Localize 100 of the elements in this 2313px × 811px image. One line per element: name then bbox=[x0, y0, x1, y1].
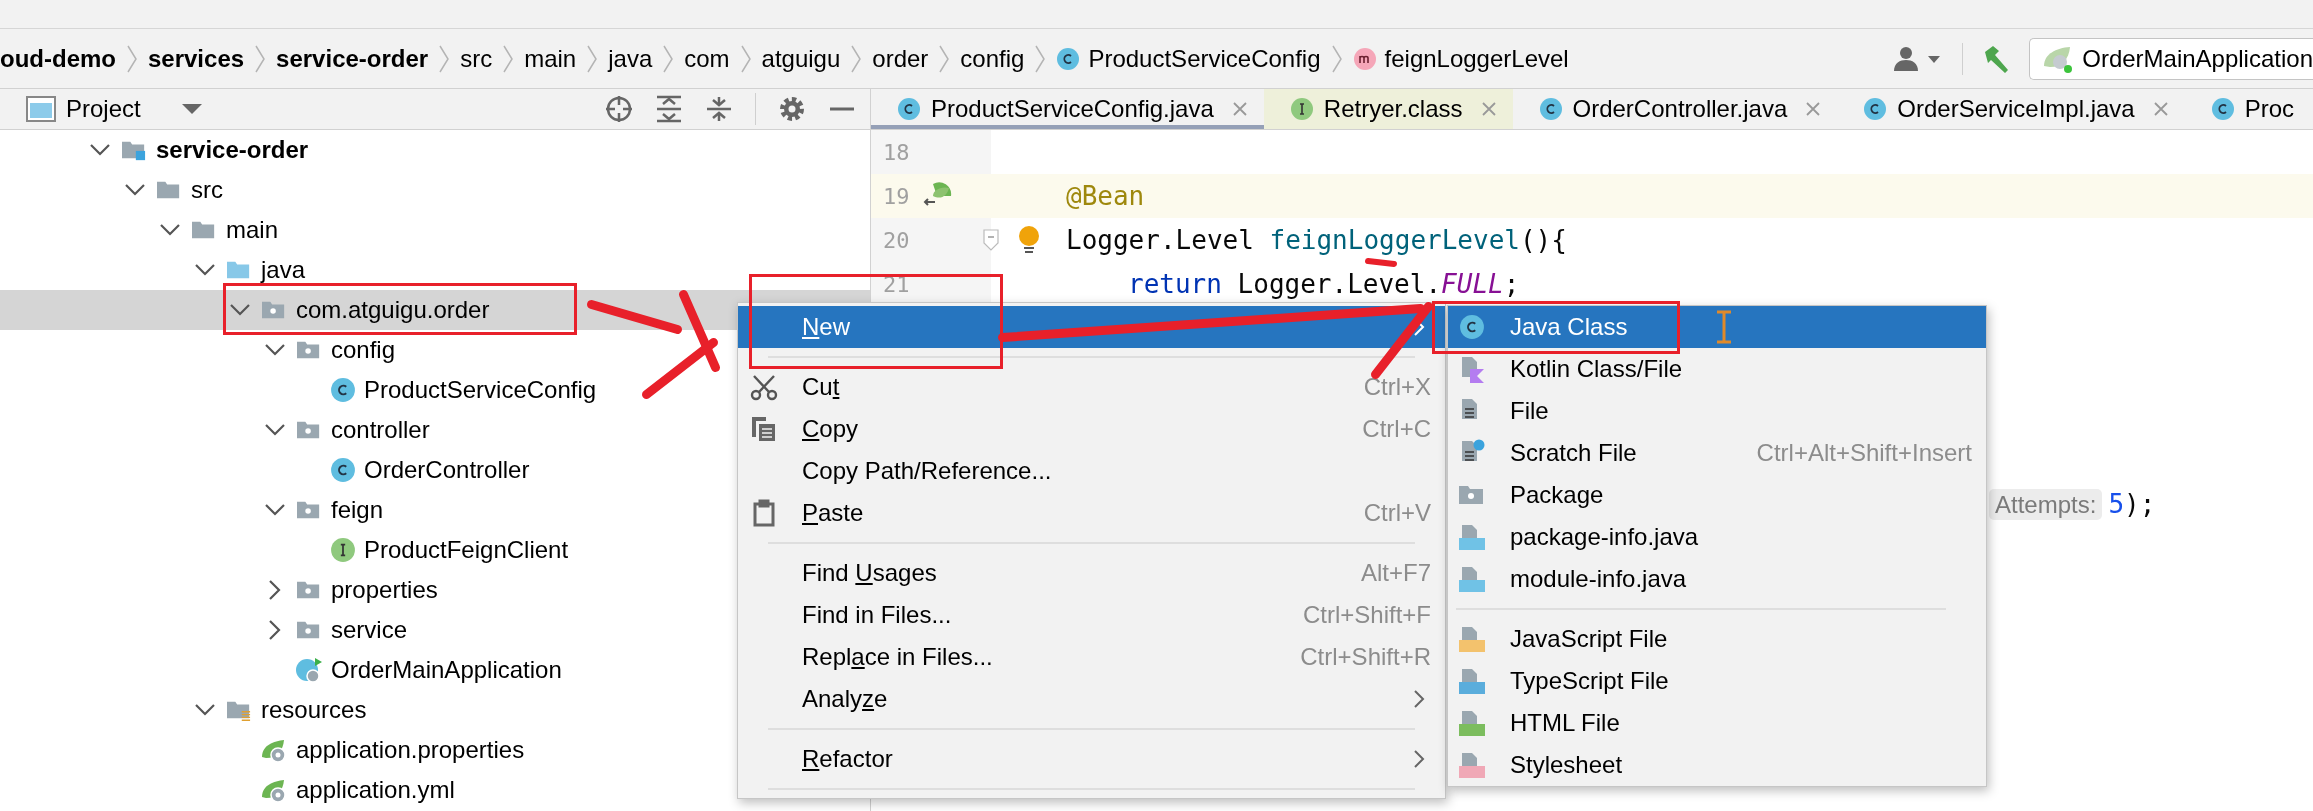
shortcut-text: Ctrl+X bbox=[1363, 373, 1431, 401]
code-line: return Logger.Level.FULL; bbox=[1128, 269, 1520, 299]
chevron-right-icon[interactable] bbox=[268, 619, 282, 641]
menu-item[interactable]: Java Class bbox=[1448, 306, 1986, 348]
code-line: @Bean bbox=[1066, 181, 1145, 211]
breadcrumb-item[interactable]: service-order bbox=[276, 44, 429, 73]
light-bulb-icon[interactable] bbox=[1017, 225, 1041, 255]
interface-icon bbox=[330, 537, 356, 563]
class-icon bbox=[897, 97, 921, 121]
menu-item[interactable]: File bbox=[1448, 390, 1986, 432]
chevron-separator-icon bbox=[438, 43, 451, 74]
menu-item[interactable]: package-info.java bbox=[1448, 516, 1986, 558]
interface-icon bbox=[1289, 97, 1314, 121]
class-icon bbox=[1863, 97, 1888, 121]
pen-stroke bbox=[1365, 258, 1397, 267]
class-icon bbox=[2210, 97, 2235, 121]
class-icon bbox=[1056, 46, 1081, 71]
chevron-down-icon[interactable] bbox=[194, 263, 216, 277]
javascript-file-icon bbox=[1458, 625, 1486, 653]
breadcrumb-item[interactable]: services bbox=[148, 44, 245, 73]
tree-item[interactable]: main bbox=[0, 210, 870, 250]
tree-item[interactable]: java bbox=[0, 250, 870, 290]
shortcut-text: Ctrl+C bbox=[1362, 415, 1431, 443]
line-number: 19 bbox=[883, 183, 911, 209]
tree-item[interactable]: src bbox=[0, 170, 870, 210]
breadcrumb-item[interactable]: order bbox=[872, 44, 929, 73]
menu-item[interactable]: Copy Ctrl+C bbox=[738, 408, 1445, 450]
project-view-selector[interactable]: Project bbox=[26, 95, 203, 123]
menu-item[interactable]: Scratch File Ctrl+Alt+Shift+Insert bbox=[1448, 432, 1986, 474]
expand-all-icon[interactable] bbox=[655, 95, 683, 123]
menu-item[interactable]: Find Usages Alt+F7 bbox=[738, 552, 1445, 594]
caret-down-icon bbox=[180, 102, 203, 116]
java-file-icon bbox=[1458, 565, 1486, 593]
menu-item[interactable]: Copy Path/Reference... bbox=[738, 450, 1445, 492]
locate-icon[interactable] bbox=[605, 95, 633, 123]
menu-item[interactable]: module-info.java bbox=[1448, 558, 1986, 600]
chevron-separator-icon bbox=[1034, 43, 1047, 74]
line-number: 18 bbox=[883, 139, 911, 165]
breadcrumb-item[interactable]: java bbox=[608, 44, 653, 73]
menu-item[interactable]: Package bbox=[1448, 474, 1986, 516]
breadcrumb-item[interactable]: main bbox=[524, 44, 577, 73]
chevron-separator-icon bbox=[850, 43, 863, 74]
chevron-down-icon[interactable] bbox=[264, 343, 286, 357]
tree-item[interactable]: service-order bbox=[0, 130, 870, 170]
code-line: Logger.Level feignLoggerLevel(){ bbox=[1066, 225, 1567, 255]
text-cursor-icon bbox=[1714, 310, 1734, 344]
breadcrumb-item[interactable]: src bbox=[460, 44, 493, 73]
chevron-separator-icon bbox=[254, 43, 267, 74]
close-icon[interactable] bbox=[1231, 101, 1248, 117]
class-icon bbox=[330, 377, 356, 403]
spring-leaf-icon bbox=[260, 777, 288, 803]
menu-item[interactable]: JavaScript File bbox=[1448, 618, 1986, 660]
menu-item[interactable]: Replace in Files... Ctrl+Shift+R bbox=[738, 636, 1445, 678]
menu-item[interactable]: HTML File bbox=[1448, 702, 1986, 744]
chevron-separator-icon bbox=[938, 43, 951, 74]
chevron-down-icon[interactable] bbox=[89, 143, 111, 157]
shortcut-text: Alt+F7 bbox=[1360, 559, 1431, 587]
chevron-separator-icon bbox=[1330, 43, 1343, 74]
chevron-down-icon[interactable] bbox=[264, 503, 286, 517]
menu-item[interactable]: Kotlin Class/File bbox=[1448, 348, 1986, 390]
typescript-file-icon bbox=[1458, 667, 1486, 695]
breadcrumb-item[interactable]: atguigu bbox=[761, 44, 841, 73]
breadcrumb-item[interactable]: oud-demo bbox=[0, 44, 116, 73]
close-icon[interactable] bbox=[2152, 101, 2169, 117]
stylesheet-file-icon bbox=[1458, 751, 1486, 779]
menu-item[interactable]: Stylesheet bbox=[1448, 744, 1986, 786]
menu-item[interactable]: Paste Ctrl+V bbox=[738, 492, 1445, 534]
chevron-down-icon[interactable] bbox=[229, 303, 251, 317]
chevron-down-icon[interactable] bbox=[124, 183, 146, 197]
chevron-right-icon[interactable] bbox=[268, 579, 282, 601]
breadcrumb-item[interactable]: com bbox=[684, 44, 730, 73]
chevron-down-icon[interactable] bbox=[194, 703, 216, 717]
chevron-down-icon[interactable] bbox=[264, 423, 286, 437]
breadcrumb-item[interactable]: feignLoggerLevel bbox=[1352, 44, 1569, 73]
shortcut-text: Ctrl+Shift+R bbox=[1300, 643, 1431, 671]
chevron-separator-icon bbox=[662, 43, 675, 74]
collapse-all-icon[interactable] bbox=[705, 95, 733, 123]
line-number: 20 bbox=[883, 227, 911, 253]
shortcut-text: Ctrl+Shift+F bbox=[1302, 601, 1431, 629]
settings-icon[interactable] bbox=[778, 95, 806, 123]
menu-item[interactable]: Cut Ctrl+X bbox=[738, 366, 1445, 408]
spring-leaf-icon bbox=[260, 737, 288, 763]
method-icon bbox=[1352, 46, 1377, 71]
html-file-icon bbox=[1458, 709, 1486, 737]
breadcrumb-item[interactable]: config bbox=[960, 44, 1025, 73]
copy-icon bbox=[750, 415, 778, 443]
menu-item[interactable]: Analyze bbox=[738, 678, 1445, 720]
class-icon bbox=[1459, 314, 1485, 340]
chevron-separator-icon bbox=[502, 43, 515, 74]
window-icon bbox=[26, 96, 56, 122]
run-configuration-selector[interactable]: OrderMainApplication bbox=[2029, 37, 2313, 80]
close-icon[interactable] bbox=[1805, 101, 1822, 117]
chevron-down-icon[interactable] bbox=[159, 223, 181, 237]
shortcut-text: Ctrl+V bbox=[1363, 499, 1431, 527]
menu-item[interactable]: Find in Files... Ctrl+Shift+F bbox=[738, 594, 1445, 636]
editor-tab[interactable]: Retryer.class bbox=[1263, 89, 1513, 129]
menu-item[interactable]: TypeScript File bbox=[1448, 660, 1986, 702]
breadcrumb-item[interactable]: ProductServiceConfig bbox=[1056, 44, 1321, 73]
fold-marker-icon[interactable] bbox=[983, 229, 999, 251]
class-icon bbox=[330, 457, 356, 483]
